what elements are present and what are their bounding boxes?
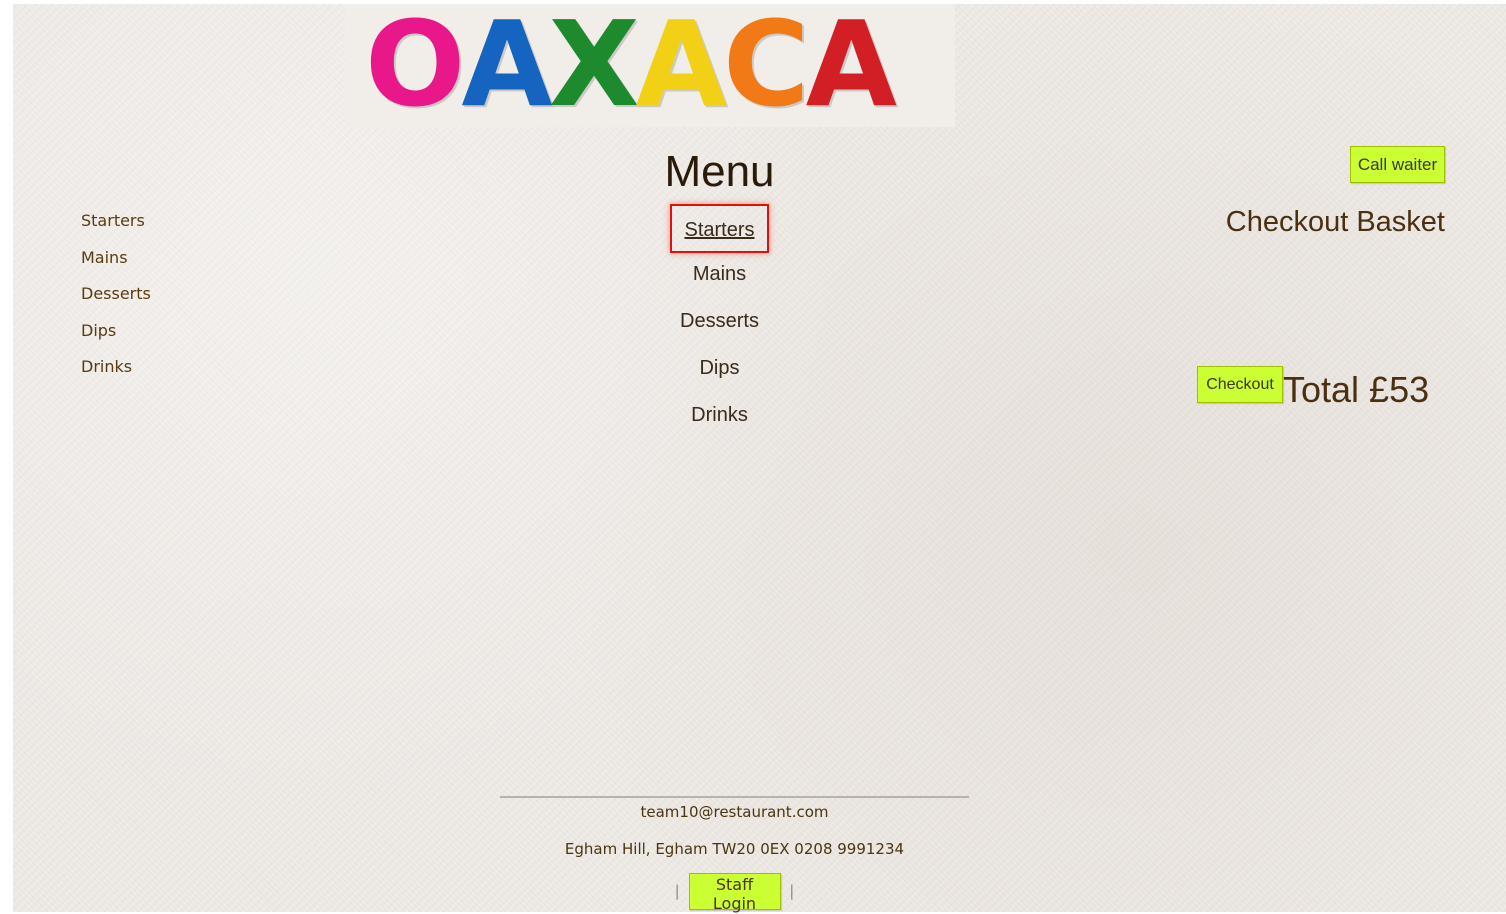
logo-letter-1: O — [365, 0, 465, 133]
logo-letter-4: A — [635, 0, 727, 133]
logo-letters: O A X A C A — [365, 0, 897, 133]
menu-category-label[interactable]: Mains — [693, 263, 746, 285]
separator-right: | — [789, 882, 795, 900]
restaurant-logo: O A X A C A — [345, 4, 955, 127]
menu-title: Menu — [664, 147, 775, 196]
menu-category-mains[interactable]: Mains — [13, 251, 1426, 298]
basket-total: Total £53 — [1283, 369, 1429, 411]
logo-letter-2: A — [461, 0, 552, 133]
footer-login-row: | Staff Login | — [500, 873, 969, 913]
total-label: Total — [1283, 369, 1360, 410]
logo-letter-3: X — [548, 0, 640, 133]
total-value: £53 — [1369, 369, 1430, 410]
checkout-basket-title: Checkout Basket — [1225, 206, 1445, 238]
menu-category-label[interactable]: Starters — [670, 204, 769, 253]
separator-left: | — [674, 882, 680, 900]
menu-category-desserts[interactable]: Desserts — [13, 298, 1426, 345]
footer-email: team10@restaurant.com — [640, 803, 829, 821]
menu-category-label[interactable]: Desserts — [680, 310, 759, 332]
menu-category-label[interactable]: Dips — [699, 357, 739, 379]
menu-category-list: Starters Mains Desserts Dips Drinks — [13, 204, 1426, 439]
checkout-button[interactable]: Checkout — [1197, 366, 1283, 403]
staff-login-button[interactable]: Staff Login — [688, 873, 781, 913]
footer-address: Egham Hill, Egham TW20 0EX 0208 9991234 — [564, 840, 905, 858]
call-waiter-button[interactable]: Call waiter — [1350, 146, 1445, 183]
footer: team10@restaurant.com Egham Hill, Egham … — [500, 796, 969, 914]
menu-category-label[interactable]: Drinks — [691, 404, 748, 426]
logo-letter-6: A — [805, 0, 897, 133]
logo-letter-5: C — [722, 0, 810, 133]
page-background: O A X A C A Starters Mains Desserts Dips… — [13, 4, 1506, 914]
